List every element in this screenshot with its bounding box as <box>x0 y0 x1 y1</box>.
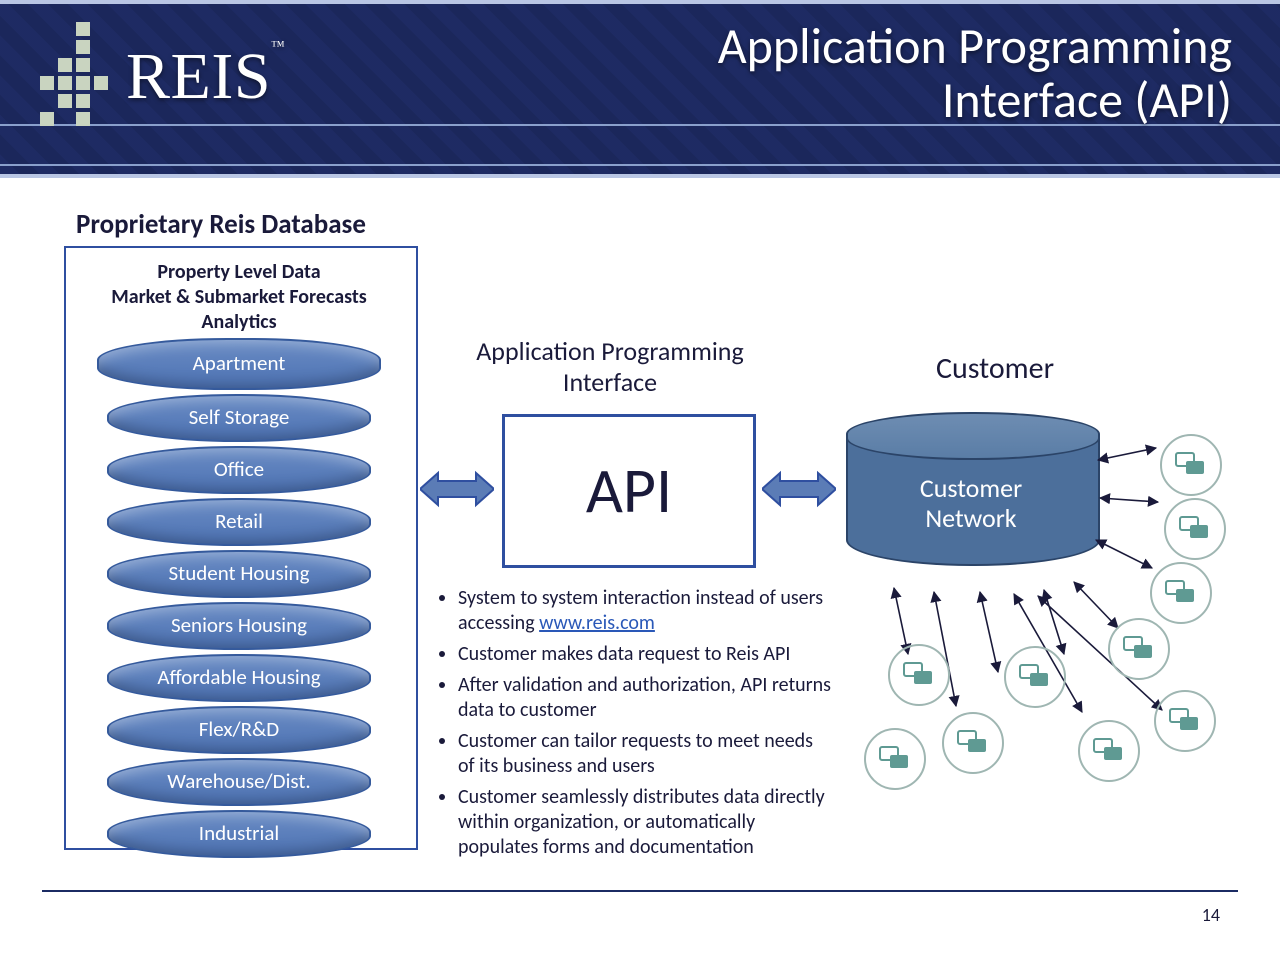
bullet-item: Customer seamlessly distributes data dir… <box>458 785 834 860</box>
database-stack: Apartment Self Storage Office Retail Stu… <box>94 338 384 862</box>
client-node-icon <box>942 712 1004 774</box>
database-title: Proprietary Reis Database <box>76 208 366 241</box>
client-node-icon <box>1160 434 1222 496</box>
client-node-icon <box>1078 720 1140 782</box>
double-arrow-icon <box>762 470 836 508</box>
client-node-icon <box>864 728 926 790</box>
client-node-icon <box>1108 618 1170 680</box>
title-line: Application Programming <box>718 20 1232 74</box>
database-cylinder-icon: Flex/R&D <box>107 706 371 754</box>
header-rule <box>0 164 1280 166</box>
database-cylinder-icon: Affordable Housing <box>107 654 371 702</box>
text: Market & Submarket Forecasts <box>64 285 414 310</box>
database-cylinder-icon: Industrial <box>107 810 371 858</box>
text: Analytics <box>64 310 414 335</box>
client-node-icon <box>1164 498 1226 560</box>
title-line: Interface (API) <box>718 74 1232 128</box>
database-cylinder-icon: Seniors Housing <box>107 602 371 650</box>
bullet-list: System to system interaction instead of … <box>424 586 834 866</box>
reis-link[interactable]: www.reis.com <box>539 611 655 635</box>
client-node-icon <box>1150 562 1212 624</box>
slide-title: Application Programming Interface (API) <box>718 20 1232 128</box>
double-arrow-icon <box>420 470 494 508</box>
client-node-icon <box>1004 646 1066 708</box>
api-box-text: API <box>586 452 672 530</box>
database-cylinder-icon: Warehouse/Dist. <box>107 758 371 806</box>
client-node-icon <box>888 644 950 706</box>
trademark-icon: ™ <box>271 39 285 54</box>
database-cylinder-icon: Office <box>107 446 371 494</box>
slide-header: REIS™ Application Programming Interface … <box>0 0 1280 178</box>
database-cylinder-icon: Student Housing <box>107 550 371 598</box>
bullet-item: After validation and authorization, API … <box>458 673 834 723</box>
client-node-icon <box>1154 690 1216 752</box>
bullet-item: Customer can tailor requests to meet nee… <box>458 729 834 779</box>
customer-label: Customer <box>870 350 1120 387</box>
database-subtitle: Property Level Data Market & Submarket F… <box>64 260 414 335</box>
footer-rule <box>42 890 1238 892</box>
page-number: 14 <box>1202 904 1220 926</box>
database-cylinder-icon: Apartment <box>97 338 381 390</box>
brand-name: REIS™ <box>126 39 285 115</box>
database-cylinder-icon: Retail <box>107 498 371 546</box>
database-cylinder-icon: Self Storage <box>107 394 371 442</box>
api-label: Application Programming Interface <box>450 336 770 398</box>
bullet-item: Customer makes data request to Reis API <box>458 642 834 667</box>
slide-body: Proprietary Reis Database Property Level… <box>0 180 1280 900</box>
api-box: API <box>502 414 756 568</box>
brand-logo: REIS™ <box>40 22 285 132</box>
bullet-item: System to system interaction instead of … <box>458 586 834 636</box>
text: Property Level Data <box>64 260 414 285</box>
brand-mark-icon <box>40 22 108 132</box>
